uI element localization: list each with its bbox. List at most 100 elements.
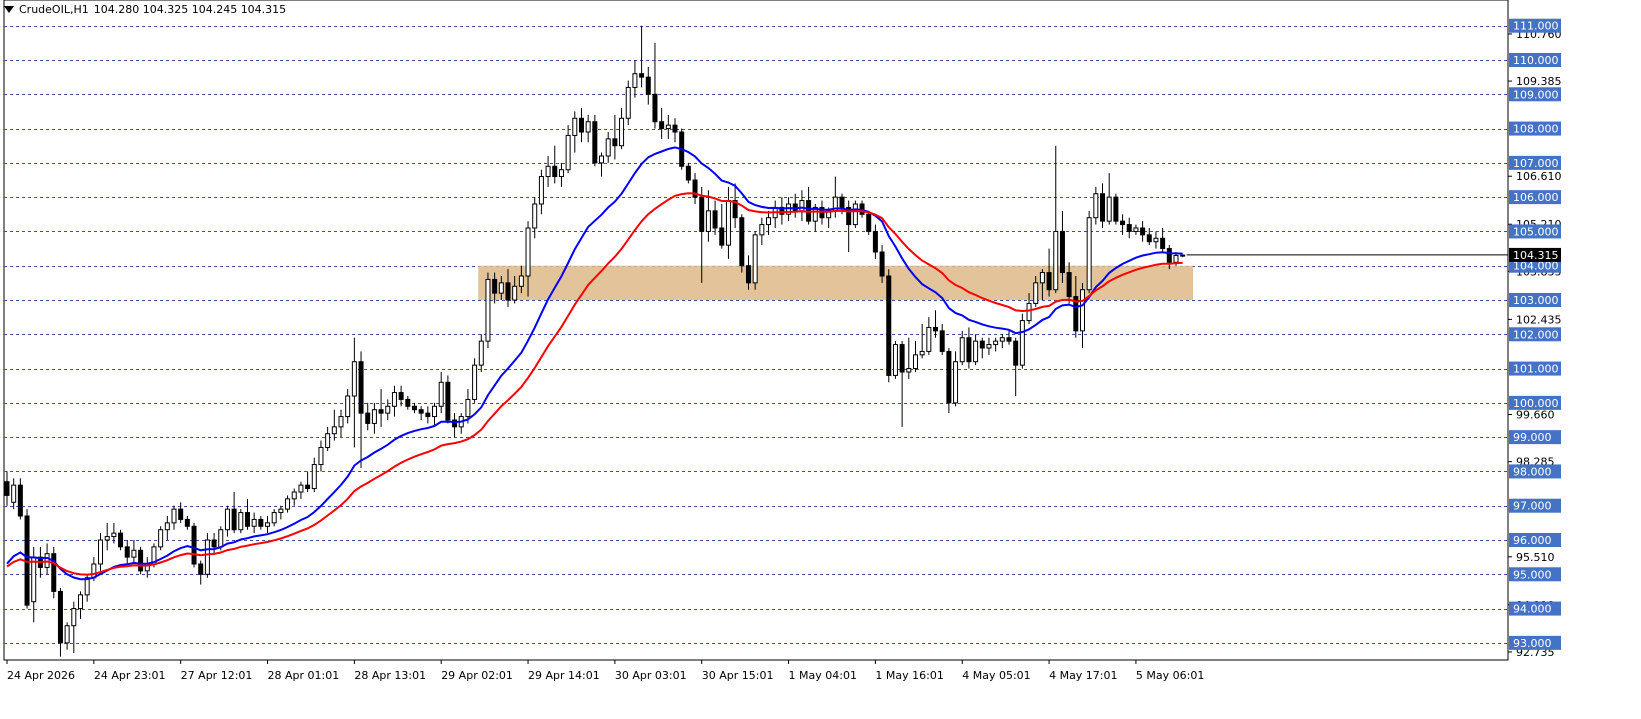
candle-body[interactable] bbox=[906, 368, 912, 373]
candle-body[interactable] bbox=[1026, 302, 1032, 322]
dropdown-triangle-icon[interactable] bbox=[4, 6, 14, 13]
candle-body[interactable] bbox=[799, 200, 805, 212]
candle-body[interactable] bbox=[31, 556, 37, 603]
candle-body[interactable] bbox=[1140, 227, 1146, 236]
candle-body[interactable] bbox=[1120, 220, 1126, 226]
candle-body[interactable] bbox=[305, 484, 311, 490]
candle-body[interactable] bbox=[839, 196, 845, 208]
candle-body[interactable] bbox=[1066, 272, 1072, 298]
candle-body[interactable] bbox=[244, 512, 250, 527]
candle-body[interactable] bbox=[432, 405, 438, 418]
candle-body[interactable] bbox=[265, 522, 271, 527]
candle-body[interactable] bbox=[391, 392, 397, 407]
candle-body[interactable] bbox=[138, 549, 144, 572]
candle-body[interactable] bbox=[498, 282, 504, 294]
candle-body[interactable] bbox=[1100, 193, 1106, 222]
candle-body[interactable] bbox=[685, 165, 691, 181]
candle-body[interactable] bbox=[525, 227, 531, 277]
candle-body[interactable] bbox=[358, 361, 364, 414]
candle-body[interactable] bbox=[345, 395, 351, 418]
candle-body[interactable] bbox=[699, 196, 705, 232]
candle-body[interactable] bbox=[218, 529, 224, 548]
candle-body[interactable] bbox=[545, 165, 551, 178]
candle-body[interactable] bbox=[118, 532, 124, 548]
candle-body[interactable] bbox=[979, 340, 985, 349]
candle-body[interactable] bbox=[411, 405, 417, 411]
candle-body[interactable] bbox=[124, 546, 130, 558]
candle-body[interactable] bbox=[986, 344, 992, 349]
candle-body[interactable] bbox=[191, 525, 197, 565]
candle-body[interactable] bbox=[632, 73, 638, 88]
candle-body[interactable] bbox=[933, 326, 939, 332]
candle-body[interactable] bbox=[438, 381, 444, 407]
candle-body[interactable] bbox=[1180, 254, 1186, 257]
candle-body[interactable] bbox=[1019, 320, 1025, 366]
candle-body[interactable] bbox=[17, 484, 23, 517]
candle-body[interactable] bbox=[1013, 340, 1019, 366]
candle-body[interactable] bbox=[565, 134, 571, 171]
candle-body[interactable] bbox=[164, 522, 170, 531]
candle-body[interactable] bbox=[1153, 237, 1159, 243]
candle-body[interactable] bbox=[518, 275, 524, 287]
candle-body[interactable] bbox=[311, 464, 317, 490]
candle-body[interactable] bbox=[224, 508, 230, 531]
candle-body[interactable] bbox=[739, 217, 745, 267]
candle-body[interactable] bbox=[1126, 224, 1132, 232]
candle-body[interactable] bbox=[184, 518, 190, 527]
candle-body[interactable] bbox=[198, 563, 204, 575]
candle-body[interactable] bbox=[91, 563, 97, 579]
candle-body[interactable] bbox=[1079, 289, 1085, 332]
candle-body[interactable] bbox=[425, 412, 431, 418]
candle-body[interactable] bbox=[1160, 237, 1166, 250]
candle-body[interactable] bbox=[959, 337, 965, 363]
candle-body[interactable] bbox=[1039, 272, 1045, 284]
candle-body[interactable] bbox=[899, 344, 905, 373]
candle-body[interactable] bbox=[612, 138, 618, 147]
candle-body[interactable] bbox=[285, 498, 291, 510]
candle-body[interactable] bbox=[204, 539, 210, 575]
candle-body[interactable] bbox=[278, 508, 284, 514]
candle-body[interactable] bbox=[318, 446, 324, 466]
candle-body[interactable] bbox=[939, 330, 945, 352]
candle-body[interactable] bbox=[1093, 193, 1099, 219]
candle-body[interactable] bbox=[104, 536, 110, 541]
chart-area[interactable]: 110.760109.385106.610105.210103.835102.4… bbox=[0, 0, 1641, 719]
candle-body[interactable] bbox=[659, 121, 665, 130]
candle-body[interactable] bbox=[599, 155, 605, 164]
candle-body[interactable] bbox=[271, 512, 277, 524]
candle-body[interactable] bbox=[331, 426, 337, 435]
candle-body[interactable] bbox=[325, 433, 331, 448]
candle-body[interactable] bbox=[759, 224, 765, 236]
candle-body[interactable] bbox=[211, 539, 217, 548]
candle-body[interactable] bbox=[993, 340, 999, 346]
candle-body[interactable] bbox=[492, 278, 498, 294]
candle-body[interactable] bbox=[999, 337, 1005, 342]
candle-body[interactable] bbox=[238, 512, 244, 531]
candle-body[interactable] bbox=[866, 213, 872, 232]
candle-body[interactable] bbox=[1059, 230, 1065, 274]
candle-body[interactable] bbox=[378, 409, 384, 414]
candle-body[interactable] bbox=[1133, 227, 1139, 232]
candle-body[interactable] bbox=[552, 165, 558, 178]
candle-body[interactable] bbox=[652, 93, 658, 123]
candle-body[interactable] bbox=[973, 340, 979, 363]
candle-body[interactable] bbox=[712, 210, 718, 229]
candle-body[interactable] bbox=[532, 203, 538, 229]
candle-body[interactable] bbox=[1146, 234, 1152, 243]
candle-body[interactable] bbox=[298, 484, 304, 493]
candle-body[interactable] bbox=[77, 594, 83, 610]
candle-body[interactable] bbox=[912, 354, 918, 370]
candle-body[interactable] bbox=[953, 361, 959, 404]
candle-body[interactable] bbox=[505, 282, 511, 301]
candle-body[interactable] bbox=[619, 117, 625, 147]
candle-body[interactable] bbox=[578, 117, 584, 133]
candle-body[interactable] bbox=[1006, 337, 1012, 342]
candle-body[interactable] bbox=[605, 138, 611, 157]
candle-body[interactable] bbox=[84, 577, 90, 596]
candle-body[interactable] bbox=[719, 227, 725, 246]
candle-body[interactable] bbox=[445, 381, 451, 421]
candle-body[interactable] bbox=[946, 350, 952, 404]
candle-body[interactable] bbox=[672, 124, 678, 133]
candle-body[interactable] bbox=[879, 251, 885, 277]
candle-body[interactable] bbox=[178, 508, 184, 520]
